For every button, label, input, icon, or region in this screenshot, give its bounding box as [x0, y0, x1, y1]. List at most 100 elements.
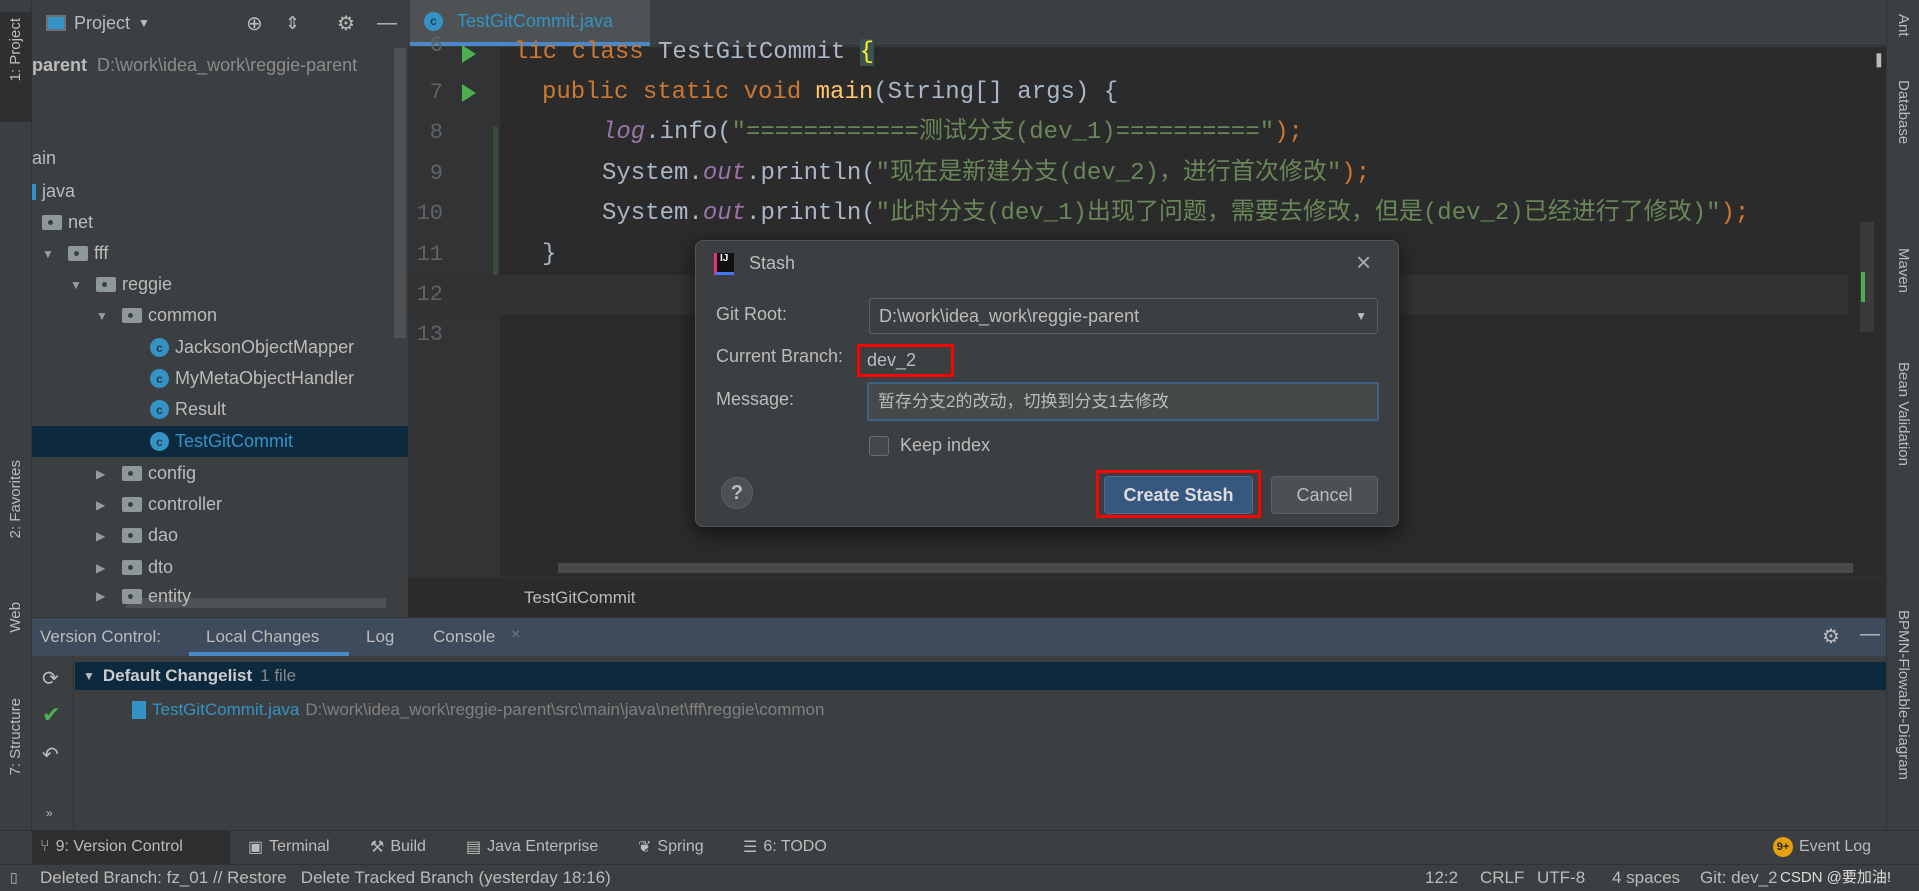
- more-icon[interactable]: »: [46, 806, 53, 820]
- dialog-title: Stash: [749, 253, 796, 273]
- runnable-class-icon: c: [424, 11, 443, 31]
- expand-arrow-icon[interactable]: ▼: [96, 309, 110, 323]
- changelist-row[interactable]: ▼ Default Changelist 1 file: [75, 662, 1886, 690]
- editor-breadcrumb[interactable]: TestGitCommit: [408, 577, 1886, 617]
- bpmn-stripe-label[interactable]: BPMN-Flowable-Diagram: [1895, 610, 1912, 780]
- collapsed-arrow-icon[interactable]: ▶: [96, 498, 110, 512]
- keep-index-checkbox[interactable]: [869, 436, 889, 456]
- collapsed-arrow-icon[interactable]: ▶: [96, 589, 110, 603]
- changed-file-path: D:\work\idea_work\reggie-parent\src\main…: [305, 700, 825, 719]
- tool-todo[interactable]: ☰ 6: TODO: [735, 830, 835, 864]
- bean-validation-stripe-label[interactable]: Bean Validation: [1895, 362, 1912, 466]
- tree-item[interactable]: ▶ controller: [32, 489, 408, 520]
- tree-item[interactable]: c Result: [32, 394, 408, 425]
- editor-tab-label: TestGitCommit.java: [457, 10, 614, 31]
- tool-terminal[interactable]: ▣ Terminal: [240, 830, 338, 864]
- change-stripe: [1861, 272, 1865, 302]
- refresh-icon[interactable]: ⟳: [42, 666, 59, 691]
- spring-leaf-icon: ❦: [638, 839, 652, 856]
- tree-item[interactable]: ▶ entity: [32, 584, 408, 608]
- expand-arrow-icon[interactable]: ▼: [70, 278, 84, 292]
- line-separator[interactable]: CRLF: [1480, 864, 1524, 891]
- tree-item[interactable]: net: [32, 207, 408, 238]
- database-stripe-label[interactable]: Database: [1895, 80, 1912, 144]
- hide-icon[interactable]: —: [1860, 623, 1880, 646]
- tree-item[interactable]: ▼ fff: [32, 238, 408, 269]
- ant-stripe-label[interactable]: Ant: [1895, 14, 1912, 37]
- create-stash-button[interactable]: Create Stash: [1104, 476, 1253, 514]
- tool-version-control[interactable]: ⑂ 9: Version Control: [32, 830, 230, 864]
- tree-item[interactable]: ▼ reggie: [32, 269, 408, 300]
- tool-build[interactable]: ⚒ Build: [362, 830, 434, 864]
- package-icon: [122, 308, 142, 323]
- tree-item[interactable]: ▶ config: [32, 458, 408, 489]
- maven-stripe-label[interactable]: Maven: [1895, 248, 1912, 293]
- tab-console[interactable]: Console: [433, 627, 495, 647]
- tool-java-enterprise[interactable]: ▤ Java Enterprise: [458, 830, 606, 864]
- code-line-10: System.out.println("此时分支(dev_1)出现了问题，需要去…: [602, 194, 1749, 234]
- project-stripe-label[interactable]: 1: Project: [7, 18, 24, 81]
- line-number: 9: [429, 161, 443, 186]
- changed-file-row[interactable]: TestGitCommit.java D:\work\idea_work\reg…: [132, 696, 824, 724]
- caret-position[interactable]: 12:2: [1425, 864, 1458, 891]
- commit-check-icon[interactable]: ✔: [42, 702, 60, 728]
- run-icon[interactable]: [462, 84, 476, 102]
- code-token: .info(: [645, 119, 732, 146]
- web-stripe-label[interactable]: Web: [7, 602, 24, 633]
- code-line-8: log.info("============测试分支(dev_1)=======…: [602, 113, 1303, 153]
- code-token: );: [1341, 160, 1371, 187]
- line-number: 6: [429, 33, 443, 58]
- tree-item[interactable]: ▶ dto: [32, 552, 408, 583]
- favorites-stripe-label[interactable]: 2: Favorites: [7, 460, 24, 538]
- tree-item-label: net: [68, 212, 94, 232]
- collapsed-arrow-icon[interactable]: ▶: [96, 561, 110, 575]
- code-token: System.: [602, 200, 703, 227]
- expand-arrow-icon[interactable]: ▼: [42, 247, 56, 261]
- code-line-9: System.out.println("现在是新建分支(dev_2)，进行首次修…: [602, 154, 1370, 194]
- rollback-icon[interactable]: ↶: [42, 742, 59, 767]
- structure-stripe-label[interactable]: 7: Structure: [7, 698, 24, 776]
- package-icon: [122, 528, 142, 543]
- expand-arrow-icon[interactable]: ▼: [83, 669, 95, 683]
- indent-setting[interactable]: 4 spaces: [1612, 864, 1680, 891]
- line-number: 11: [416, 242, 443, 267]
- tree-item-selected[interactable]: c TestGitCommit: [32, 426, 408, 457]
- tool-event-log[interactable]: 9+ Event Log: [1765, 830, 1879, 864]
- collapse-all-icon[interactable]: ⇕: [285, 13, 300, 34]
- status-message[interactable]: Deleted Branch: fz_01 // Restore Delete …: [40, 864, 611, 891]
- code-token: TestGitCommit: [658, 39, 860, 66]
- code-token: );: [1274, 119, 1303, 146]
- tool-spring[interactable]: ❦ Spring: [630, 830, 712, 864]
- chevron-down-icon[interactable]: ▼: [138, 16, 150, 30]
- tree-item[interactable]: ▶ dao: [32, 520, 408, 551]
- hide-icon[interactable]: —: [377, 12, 397, 35]
- keep-index-label[interactable]: Keep index: [900, 435, 990, 456]
- close-icon[interactable]: ×: [1356, 247, 1371, 278]
- collapsed-arrow-icon[interactable]: ▶: [96, 467, 110, 481]
- tree-root[interactable]: parent D:\work\idea_work\reggie-parent: [32, 50, 408, 81]
- gear-icon[interactable]: ⚙: [1822, 624, 1840, 649]
- code-token: out: [702, 200, 747, 227]
- tab-log[interactable]: Log: [366, 627, 394, 647]
- git-branch[interactable]: Git: dev_2: [1700, 864, 1778, 891]
- locate-icon[interactable]: ⊕: [246, 11, 263, 36]
- editor-hscrollbar[interactable]: [558, 563, 1853, 573]
- run-icon[interactable]: [462, 45, 476, 63]
- tree-item[interactable]: ain: [32, 143, 408, 174]
- close-tab-icon[interactable]: ×: [511, 626, 520, 644]
- git-root-select[interactable]: D:\work\idea_work\reggie-parent ▼: [869, 298, 1378, 334]
- gear-icon[interactable]: ⚙: [337, 11, 355, 36]
- tree-item-label: common: [148, 305, 218, 325]
- tree-item[interactable]: c JacksonObjectMapper: [32, 332, 408, 363]
- tree-item[interactable]: java: [32, 176, 408, 207]
- file-encoding[interactable]: UTF-8: [1537, 864, 1585, 891]
- collapsed-arrow-icon[interactable]: ▶: [96, 529, 110, 543]
- help-button[interactable]: ?: [721, 477, 753, 509]
- tree-item[interactable]: c MyMetaObjectHandler: [32, 363, 408, 394]
- tree-item[interactable]: ▼ common: [32, 300, 408, 331]
- pause-icon: ❚❚: [1873, 51, 1886, 67]
- project-panel-title[interactable]: Project: [74, 13, 130, 34]
- toggle-tool-windows-icon[interactable]: ▯: [10, 864, 18, 891]
- cancel-button[interactable]: Cancel: [1271, 476, 1378, 514]
- message-input[interactable]: 暂存分支2的改动，切换到分支1去修改: [867, 382, 1379, 421]
